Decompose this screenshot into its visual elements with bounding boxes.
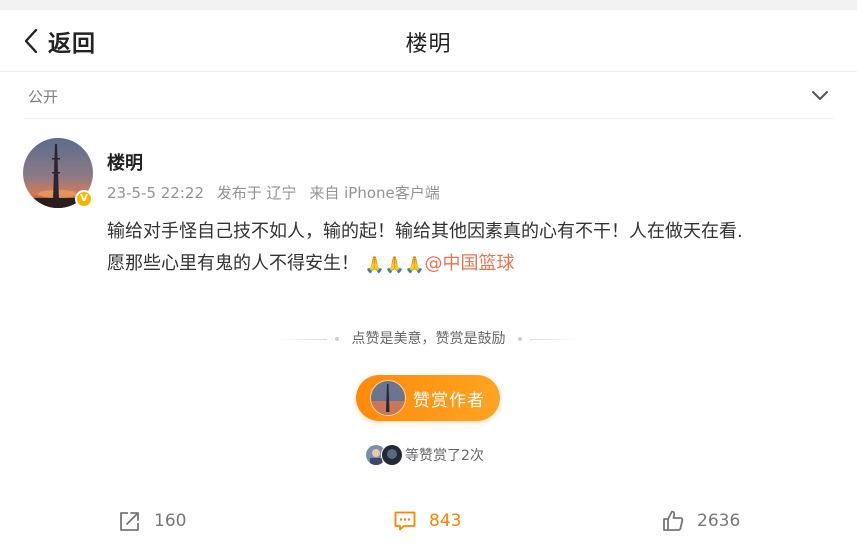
visibility-label: 公开 xyxy=(28,88,59,106)
repost-count: 160 xyxy=(154,511,187,531)
mention-link[interactable]: @中国篮球 xyxy=(425,253,515,274)
post-location: 发布于 辽宁 xyxy=(216,184,297,202)
post-text-line-2: 愿那些心里有鬼的人不得安生！ xyxy=(107,253,359,274)
author-avatar-small xyxy=(370,380,406,416)
author-name[interactable]: 楼明 xyxy=(107,149,143,175)
comment-icon xyxy=(394,511,416,531)
post-text: 输给对手怪自己技不如人，输的起！输给其他因素真的心有不干！人在做天在看. 愿那些… xyxy=(107,216,837,281)
reward-slogan-text: 点赞是美意，赞赏是鼓励 xyxy=(351,331,506,347)
divider-dot xyxy=(517,337,522,341)
post-time: 23-5-5 22:22 xyxy=(107,184,204,202)
rewarders-summary[interactable]: 等赞赏了2次 xyxy=(365,444,484,466)
praying-hands-emoji: 🙏 xyxy=(404,255,425,274)
repost-button[interactable]: 160 xyxy=(118,498,186,544)
praying-hands-emoji: 🙏 xyxy=(384,255,405,274)
post-detail-page: 返回 楼明 公开 V 楼明 23-5-5 22:22 发布于 辽宁 来自 iPh… xyxy=(0,10,857,553)
praying-hands-emoji: 🙏 xyxy=(364,255,385,274)
top-nav-bar: 返回 楼明 xyxy=(0,10,857,72)
post-meta: 23-5-5 22:22 发布于 辽宁 来自 iPhone客户端 xyxy=(107,182,440,203)
rewarder-avatar xyxy=(381,444,403,466)
reward-slogan: 点赞是美意，赞赏是鼓励 xyxy=(0,328,857,348)
divider-dot xyxy=(335,337,340,341)
comment-count: 843 xyxy=(429,511,462,531)
author-avatar[interactable]: V xyxy=(23,138,93,208)
chevron-down-icon[interactable] xyxy=(811,88,829,102)
like-button[interactable]: 2636 xyxy=(661,498,740,544)
divider xyxy=(529,338,578,340)
like-count: 2636 xyxy=(697,511,741,531)
thumbs-up-icon xyxy=(663,510,684,531)
reward-button-label: 赞赏作者 xyxy=(413,390,485,411)
verified-badge-icon: V xyxy=(75,190,93,208)
comment-button[interactable]: 843 xyxy=(393,498,461,544)
share-icon xyxy=(120,512,139,531)
reward-author-button[interactable]: 赞赏作者 xyxy=(356,375,500,421)
post-text-line-1: 输给对手怪自己技不如人，输的起！输给其他因素真的心有不干！人在做天在看. xyxy=(107,221,743,242)
divider xyxy=(279,338,328,340)
page-title: 楼明 xyxy=(405,32,452,57)
action-bar: 160 843 2636 xyxy=(0,498,857,544)
post-source: 来自 iPhone客户端 xyxy=(309,184,440,202)
rewarders-count-text: 等赞赏了2次 xyxy=(405,448,484,464)
visibility-selector[interactable]: 公开 xyxy=(24,72,833,119)
